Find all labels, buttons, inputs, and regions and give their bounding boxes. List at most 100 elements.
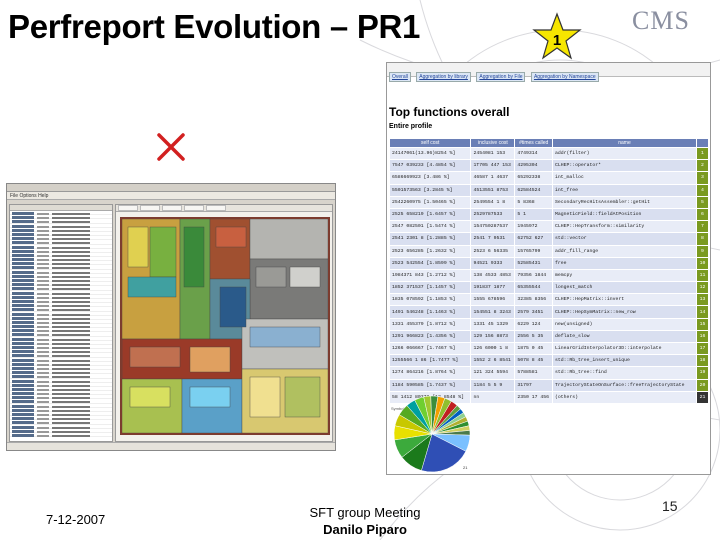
old-tool-tabs bbox=[116, 205, 332, 212]
cell-function-name: (others) bbox=[552, 390, 697, 404]
cell-rank: 18 bbox=[696, 354, 709, 368]
cell-function-name: CLHEP::HepTransform::similarity bbox=[552, 220, 697, 234]
cell-function-name: TrajectoryStateOnSurface::freeTrajectory… bbox=[552, 378, 697, 392]
tab-by-namespace[interactable]: Aggregation by Namespace bbox=[530, 72, 599, 82]
page-number: 15 bbox=[662, 498, 678, 514]
cell-self-cost: 1255566 1 86 [1.7477 %] bbox=[388, 354, 472, 368]
cell-function-name: CLHEP::HepMatrix::invert bbox=[552, 293, 697, 307]
cell-self-cost: 1274 864216 [1.8764 %] bbox=[388, 366, 472, 380]
cross-icon bbox=[157, 133, 185, 161]
cell-times-called: 52585431 bbox=[514, 256, 553, 270]
cell-self-cost: 1266 066667 [1.7467 %] bbox=[388, 341, 472, 356]
old-tool-titlebar bbox=[7, 184, 335, 192]
tab-by-file[interactable]: Aggregation by File bbox=[476, 72, 526, 82]
cell-inclusive-cost: 94521 9333 bbox=[470, 256, 516, 270]
cell-times-called: 5 8368 bbox=[514, 195, 553, 209]
old-tool-treemap bbox=[120, 217, 330, 435]
table-row: 2525 658219 [1.6457 %] 2529787533 5 1 Magne… bbox=[388, 207, 709, 222]
footer-author: Danilo Piparo bbox=[323, 522, 407, 537]
cell-inclusive-cost: 2523 6 56335 bbox=[470, 244, 516, 258]
table-row: 1291 966823 [1.4356 %] 129 156 8873 2556 5… bbox=[388, 329, 709, 344]
cell-self-cost: 2523 542554 [1.8599 %] bbox=[388, 256, 472, 270]
function-name: memcpy bbox=[555, 272, 573, 278]
cell-self-cost: 1331 455379 [1.8712 %] bbox=[388, 317, 472, 331]
function-name: SecondaryRecHitsAssembler::getHit bbox=[555, 199, 650, 205]
cell-inclusive-cost: 4513551 8753 bbox=[470, 183, 516, 197]
cell-self-cost: 6586669923 [3.486 %] bbox=[388, 171, 472, 185]
cell-inclusive-cost: 121 324 5594 bbox=[470, 366, 516, 380]
cell-rank: 3 bbox=[696, 171, 709, 185]
treemap-block bbox=[189, 346, 231, 373]
cell-times-called: 2350 17 456 bbox=[514, 390, 553, 404]
cell-rank: 5 bbox=[696, 195, 709, 209]
cell-inclusive-cost: 1552 2 6 8541 bbox=[470, 354, 516, 368]
cell-times-called: 79356 1844 bbox=[514, 268, 553, 283]
cell-rank: 11 bbox=[696, 268, 709, 283]
table-row: 2547 082501 [1.5474 %] 154750287537 194597… bbox=[388, 220, 709, 234]
old-tool-tab bbox=[162, 205, 182, 211]
cell-rank: 13 bbox=[696, 293, 709, 307]
table-row: 24147061(13.96)8254 %] 2454081 153 4749314… bbox=[388, 146, 709, 161]
cell-inclusive-cost: 2529787533 bbox=[470, 207, 516, 222]
cell-self-cost: 2525 658219 [1.6457 %] bbox=[388, 207, 472, 222]
old-tool-tab bbox=[118, 205, 138, 211]
cell-inclusive-cost: 191837 1877 bbox=[470, 281, 516, 295]
table-row: 2542260975 [1.50465 %] 2549554 1 85 8368 S… bbox=[388, 195, 709, 209]
cell-self-cost: 2541 2301 8 [1.2885 %] bbox=[388, 232, 472, 246]
cell-times-called: 62752 627 bbox=[514, 232, 553, 246]
cell-rank: 17 bbox=[696, 341, 709, 356]
old-tool-function-list bbox=[9, 204, 113, 442]
top-functions-table: self cost inclusive cost #times called n… bbox=[388, 138, 709, 404]
cell-self-cost: 1835 078592 [1.1853 %] bbox=[388, 293, 472, 307]
old-tool-tab bbox=[184, 205, 204, 211]
tab-overall[interactable]: Overall bbox=[389, 72, 411, 82]
table-row: 7547 039233 [4.4854 %] 1T705 447 153 42953… bbox=[388, 159, 709, 173]
cell-self-cost: 1291 966823 [1.4356 %] bbox=[388, 329, 472, 344]
report-tabs: Overall Aggregation by library Aggregati… bbox=[387, 63, 710, 82]
old-tool-tab bbox=[206, 205, 226, 211]
cell-times-called: 6229 124 bbox=[514, 317, 553, 331]
table-row: 2523 656285 [1.2632 %] 2523 6 56335 157657… bbox=[388, 244, 709, 258]
cell-function-name: int_malloc bbox=[552, 171, 697, 185]
cell-self-cost: 2547 082501 [1.5474 %] bbox=[388, 220, 472, 234]
function-name: (others) bbox=[555, 394, 579, 400]
cell-self-cost: 2542260975 [1.50465 %] bbox=[388, 195, 472, 209]
cell-function-name: LinearGridInterpolator3D::interpolate bbox=[552, 341, 697, 356]
cell-rank: 9 bbox=[696, 244, 709, 258]
treemap-block bbox=[189, 386, 231, 408]
cell-times-called: 15765799 bbox=[514, 244, 553, 258]
table-row: 6586669923 [3.486 %] 46587 1 4637 65292338… bbox=[388, 171, 709, 185]
treemap-block bbox=[219, 286, 247, 328]
cell-times-called: 5788581 bbox=[514, 366, 553, 380]
cell-function-name: SecondaryRecHitsAssembler::getHit bbox=[552, 195, 697, 209]
table-body: 24147061(13.96)8254 %] 2454081 153 4749314… bbox=[388, 146, 709, 404]
col-times-called: #times called bbox=[514, 138, 553, 148]
cell-times-called: 65292338 bbox=[514, 171, 553, 185]
table-row: 1255566 1 86 [1.7477 %] 1552 2 6 8541 5078… bbox=[388, 354, 709, 368]
cell-function-name: memcpy bbox=[552, 268, 697, 283]
cell-times-called: 2556 5 35 bbox=[514, 329, 553, 344]
cell-rank: 8 bbox=[696, 232, 709, 246]
function-name: int_malloc bbox=[555, 175, 584, 181]
old-tool-tab bbox=[140, 205, 160, 211]
cell-function-name: CLHEP::operator* bbox=[552, 159, 697, 173]
table-row: 1266 066667 [1.7467 %] 126 6000 1 8 1875 0… bbox=[388, 341, 709, 356]
cell-self-cost: 1491 546248 [1.1463 %] bbox=[388, 305, 472, 319]
cell-function-name: deflate_slow bbox=[552, 329, 697, 344]
star-icon: 1 bbox=[532, 12, 582, 60]
cell-times-called: 31797 bbox=[514, 378, 553, 392]
cell-function-name: addr(filter) bbox=[552, 146, 697, 161]
col-self-cost: self cost bbox=[388, 138, 472, 148]
function-name: MagneticField::fieldAtPosition bbox=[555, 212, 642, 218]
cell-rank: 12 bbox=[696, 281, 709, 295]
cell-times-called: 4295304 bbox=[514, 159, 553, 173]
cell-self-cost: 1184 590585 [1.7437 %] bbox=[388, 378, 472, 392]
cell-rank: 15 bbox=[696, 317, 709, 331]
cell-rank: 1 bbox=[696, 146, 709, 161]
cms-logo: CMS bbox=[632, 6, 690, 35]
cell-rank: 19 bbox=[696, 366, 709, 380]
col-name: name bbox=[552, 138, 697, 148]
cell-times-called: 62584524 bbox=[514, 183, 553, 197]
function-name: CLHEP::HepSymMatrix::new_row bbox=[555, 309, 636, 315]
tab-by-library[interactable]: Aggregation by library bbox=[416, 72, 471, 82]
